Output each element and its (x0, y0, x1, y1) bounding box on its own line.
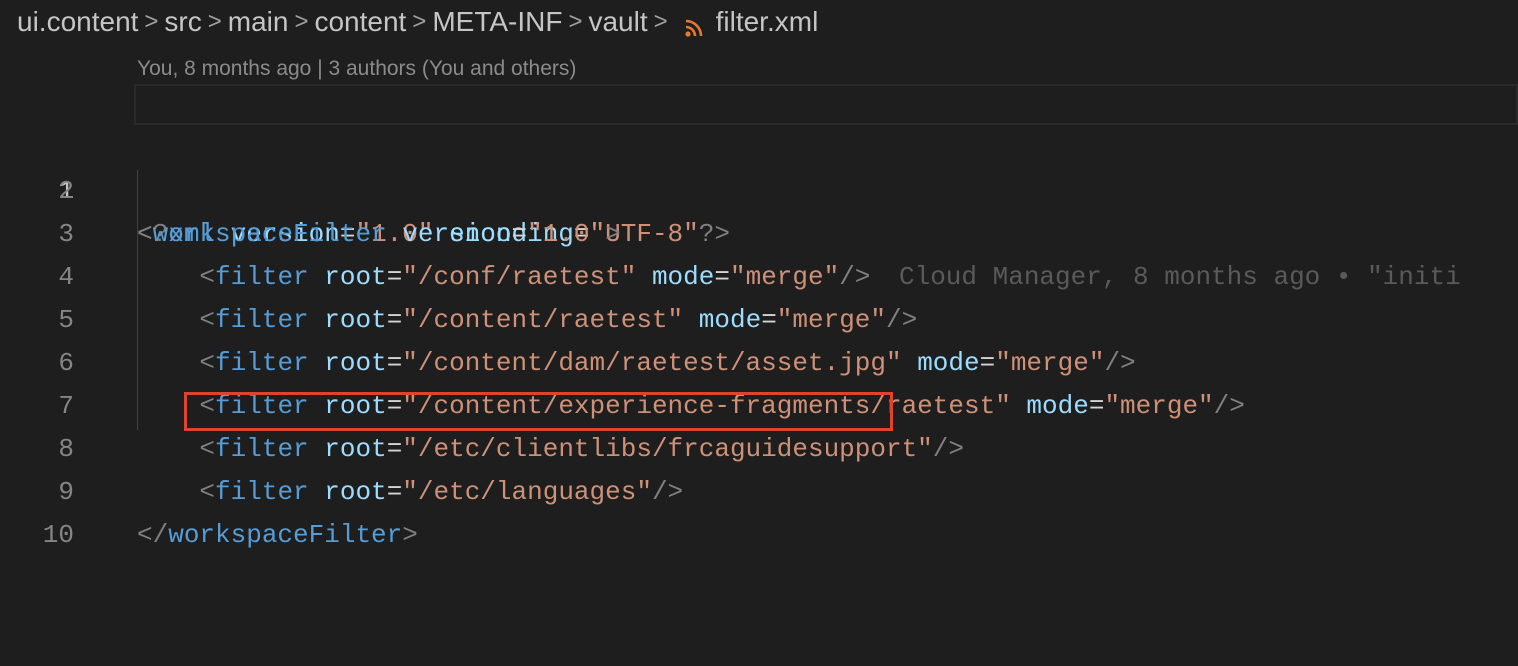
breadcrumb-item-main[interactable]: main (228, 6, 289, 38)
code-line-1[interactable]: 1 <?xml version="1.0" encoding="UTF-8"?>… (0, 84, 1518, 292)
chevron-right-icon: > (412, 8, 427, 35)
chevron-right-icon: > (568, 8, 583, 35)
code-editor[interactable]: 1 <?xml version="1.0" encoding="UTF-8"?>… (0, 84, 1518, 644)
code-line-9[interactable]: 9 </workspaceFilter> (0, 428, 1518, 550)
chevron-right-icon: > (207, 8, 222, 35)
breadcrumb-item-meta-inf[interactable]: META-INF (432, 6, 562, 38)
breadcrumb-item-ui-content[interactable]: ui.content (17, 6, 138, 38)
breadcrumb-item-src[interactable]: src (164, 6, 201, 38)
annotation-highlight-box (184, 392, 893, 431)
breadcrumb-item-vault[interactable]: vault (588, 6, 647, 38)
code-line-5[interactable]: 5 <filter root="/content/dam/raetest/ass… (0, 256, 1518, 378)
breadcrumb-item-content[interactable]: content (314, 6, 406, 38)
code-line-10[interactable]: 10 (0, 471, 1518, 550)
code-line-3[interactable]: 3 <filter root="/conf/raetest" mode="mer… (0, 170, 1518, 292)
breadcrumb-item-file[interactable]: filter.xml (716, 6, 819, 38)
chevron-right-icon: > (144, 8, 159, 35)
code-line-2[interactable]: 2 <workspaceFilter version="1.0"> (0, 127, 1518, 249)
code-line-4[interactable]: 4 <filter root="/content/raetest" mode="… (0, 213, 1518, 335)
chevron-right-icon: > (294, 8, 309, 35)
line-number: 10 (42, 520, 74, 550)
chevron-right-icon: > (653, 8, 668, 35)
breadcrumb: ui.content > src > main > content > META… (17, 0, 818, 44)
blame-code-lens[interactable]: You, 8 months ago | 3 authors (You and o… (137, 55, 576, 83)
rss-icon (684, 13, 704, 37)
code-text: </workspaceFilter> (137, 520, 418, 550)
code-line-6[interactable]: 6 <filter root="/content/experience-frag… (0, 299, 1518, 421)
current-line-highlight (134, 84, 1518, 125)
code-line-7[interactable]: 7 <filter root="/etc/clientlibs/frcaguid… (0, 342, 1518, 464)
